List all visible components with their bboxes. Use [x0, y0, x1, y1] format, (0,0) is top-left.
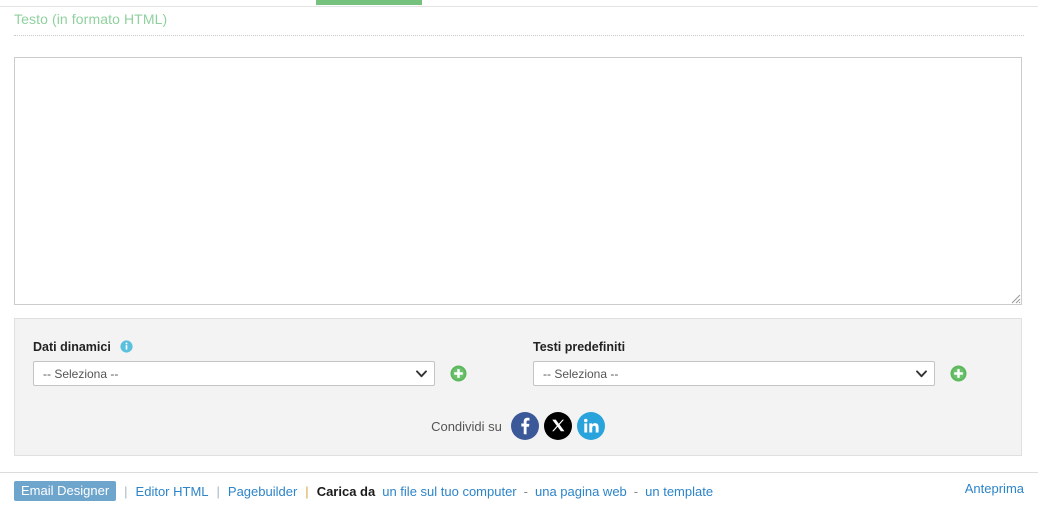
x-twitter-icon[interactable] [543, 412, 572, 440]
chevron-down-icon [416, 369, 427, 377]
dynamic-data-select-row: -- Seleziona -- [33, 361, 467, 386]
upload-from-label: Carica da [316, 483, 376, 499]
predefined-texts-select-row: -- Seleziona -- [533, 361, 967, 386]
page-title: Testo (in formato HTML) [14, 11, 168, 27]
html-source-textarea[interactable] [14, 57, 1022, 305]
options-panel: Dati dinamici -- Seleziona -- Testi pred… [14, 318, 1022, 456]
upload-from-web-link[interactable]: una pagina web [535, 484, 627, 499]
chevron-down-icon [916, 369, 927, 377]
add-dynamic-data-button[interactable] [450, 365, 467, 382]
dynamic-data-label: Dati dinamici [33, 340, 111, 354]
active-tab-indicator [316, 0, 422, 5]
bottom-toolbar-right: Anteprima [965, 481, 1024, 496]
predefined-texts-select[interactable]: -- Seleziona -- [533, 361, 935, 386]
share-row: Condividi su [15, 412, 1021, 440]
dynamic-data-select[interactable]: -- Seleziona -- [33, 361, 435, 386]
separator: - [633, 483, 639, 499]
upload-from-file-link[interactable]: un file sul tuo computer [382, 484, 516, 499]
upload-from-template-link[interactable]: un template [645, 484, 713, 499]
separator: | [216, 483, 220, 499]
predefined-texts-label: Testi predefiniti [533, 340, 626, 354]
separator: - [523, 483, 528, 499]
add-predefined-text-button[interactable] [950, 365, 967, 382]
separator: | [305, 483, 309, 499]
bottom-toolbar-left: Email Designer | Editor HTML | Pagebuild… [14, 481, 713, 501]
preview-link[interactable]: Anteprima [965, 481, 1024, 496]
dynamic-data-select-value: -- Seleziona -- [43, 366, 119, 381]
info-icon[interactable] [120, 340, 134, 353]
tab-strip [0, 0, 1038, 7]
tab-pagebuilder[interactable]: Pagebuilder [228, 484, 297, 499]
dynamic-data-group: Dati dinamici -- Seleziona -- [33, 339, 467, 386]
bottom-toolbar: Email Designer | Editor HTML | Pagebuild… [0, 472, 1038, 520]
header-divider [14, 35, 1024, 36]
tab-editor-html[interactable]: Editor HTML [136, 484, 209, 499]
predefined-texts-group: Testi predefiniti -- Seleziona -- [533, 339, 967, 386]
facebook-icon[interactable] [510, 412, 539, 440]
predefined-texts-select-value: -- Seleziona -- [543, 366, 619, 381]
share-label: Condividi su [431, 418, 502, 434]
separator: | [124, 483, 128, 499]
linkedin-icon[interactable] [576, 412, 605, 440]
tab-email-designer[interactable]: Email Designer [14, 481, 117, 501]
